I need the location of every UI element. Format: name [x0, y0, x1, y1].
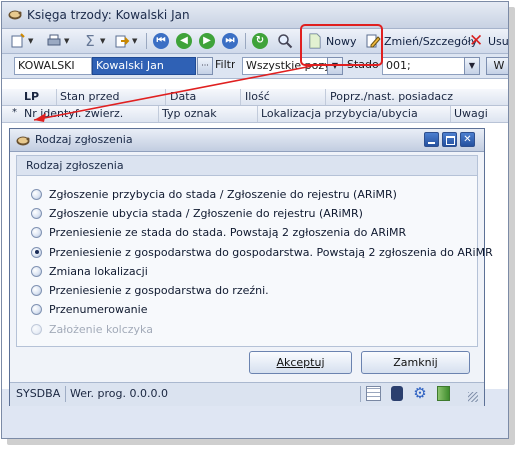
callout-arrow: [33, 65, 313, 122]
